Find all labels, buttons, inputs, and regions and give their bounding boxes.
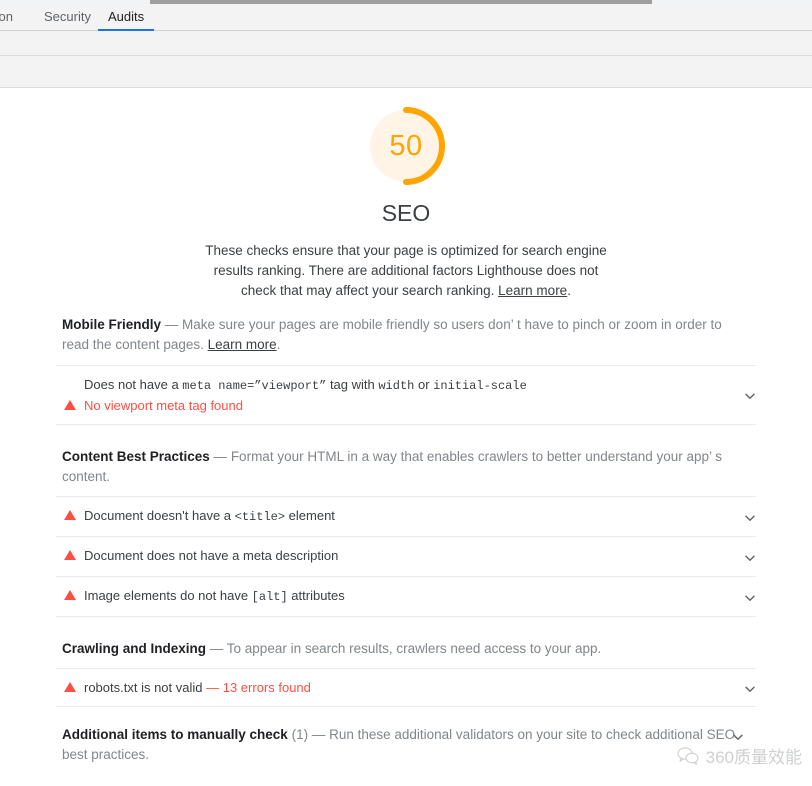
section-dash-manual: — bbox=[308, 727, 329, 742]
audit-row-title-element[interactable]: Document doesn't have a <title> element bbox=[56, 496, 756, 537]
section-desc-crawling: To appear in search results, crawlers ne… bbox=[227, 641, 601, 656]
toolbar-band-lower bbox=[0, 56, 812, 88]
section-desc-content-1: Format your HTML in a way that enables c… bbox=[231, 449, 722, 464]
fail-triangle-icon bbox=[64, 590, 76, 600]
audit-row-viewport[interactable]: Does not have a meta name=”viewport” tag… bbox=[56, 365, 756, 425]
audit-robots-txt-separator: — bbox=[203, 680, 223, 695]
audit-meta-description-a: Document does not have a meta descriptio… bbox=[84, 548, 338, 563]
tab-security-label: Security bbox=[44, 9, 91, 24]
audit-title-element-b: element bbox=[285, 508, 335, 523]
audit-image-alt-a: Image elements do not have bbox=[84, 588, 252, 603]
section-dash-crawling: — bbox=[206, 641, 227, 656]
audit-meta-description-row: Document does not have a meta descriptio… bbox=[62, 546, 722, 567]
tab-audits-label: Audits bbox=[108, 9, 144, 24]
devtools-tab-bar: tion Security Audits bbox=[0, 5, 812, 31]
tab-security[interactable]: Security bbox=[34, 5, 101, 31]
audit-viewport-title-row: No viewport meta tag found bbox=[62, 396, 722, 415]
section-dash-mobile: — bbox=[161, 317, 182, 332]
audit-image-alt-row: Image elements do not have [alt] attribu… bbox=[62, 586, 722, 607]
viewport-code-meta: meta name=”viewport” bbox=[182, 379, 326, 393]
section-desc-manual-1: Run these additional validators on your … bbox=[329, 727, 735, 742]
description-line-3: check that may affect your search rankin… bbox=[241, 283, 498, 298]
section-header-content-best-practices: Content Best Practices — Format your HTM… bbox=[56, 447, 756, 487]
audit-title-element-row: Document doesn't have a <title> element bbox=[62, 506, 722, 527]
description-line-1: These checks ensure that your page is op… bbox=[205, 243, 606, 258]
lighthouse-report: 50 SEO These checks ensure that your pag… bbox=[0, 88, 812, 786]
section-title-content: Content Best Practices bbox=[62, 449, 210, 464]
description-period: . bbox=[567, 283, 571, 298]
section-desc-content-2: content. bbox=[62, 469, 110, 484]
audit-image-alt-code: [alt] bbox=[252, 590, 288, 604]
section-title-crawling: Crawling and Indexing bbox=[62, 641, 206, 656]
score-gauge-container: 50 SEO bbox=[0, 88, 812, 227]
audit-title-element-code: <title> bbox=[235, 510, 285, 524]
section-header-crawling-indexing: Crawling and Indexing — To appear in sea… bbox=[56, 639, 756, 659]
viewport-desc-a: Does not have a bbox=[84, 377, 182, 392]
seo-score-gauge: 50 bbox=[364, 104, 448, 188]
chevron-down-icon[interactable] bbox=[732, 729, 744, 741]
audit-viewport-title: No viewport meta tag found bbox=[84, 398, 243, 413]
horizontal-scrollbar-thumb[interactable] bbox=[150, 0, 652, 4]
audit-row-meta-description[interactable]: Document does not have a meta descriptio… bbox=[56, 537, 756, 577]
chevron-down-icon[interactable] bbox=[744, 512, 756, 524]
viewport-desc-b: tag with bbox=[326, 377, 378, 392]
chevron-down-icon[interactable] bbox=[744, 683, 756, 695]
fail-triangle-icon bbox=[64, 400, 76, 410]
viewport-code-width: width bbox=[378, 379, 414, 393]
audit-robots-txt-row: robots.txt is not valid — 13 errors foun… bbox=[62, 678, 722, 697]
audit-row-robots-txt[interactable]: robots.txt is not valid — 13 errors foun… bbox=[56, 668, 756, 707]
audit-title-element-a: Document doesn't have a bbox=[84, 508, 235, 523]
mobile-learn-more-link[interactable]: Learn more bbox=[208, 337, 277, 352]
description-learn-more-link[interactable]: Learn more bbox=[498, 283, 567, 298]
section-desc-manual-2: best practices. bbox=[62, 747, 149, 762]
chevron-down-icon[interactable] bbox=[744, 592, 756, 604]
viewport-code-initial-scale: initial-scale bbox=[433, 379, 527, 393]
audit-image-alt-b: attributes bbox=[288, 588, 345, 603]
score-value: 50 bbox=[364, 104, 448, 188]
section-desc-mobile-2: the content pages. bbox=[93, 337, 208, 352]
audit-row-image-alt[interactable]: Image elements do not have [alt] attribu… bbox=[56, 577, 756, 617]
tab-application-label: tion bbox=[0, 9, 13, 24]
section-dash-content: — bbox=[210, 449, 231, 464]
viewport-desc-c: or bbox=[414, 377, 433, 392]
section-count-manual: (1) bbox=[292, 727, 309, 742]
mobile-desc-period: . bbox=[277, 337, 281, 352]
section-title-mobile-friendly: Mobile Friendly bbox=[62, 317, 161, 332]
audit-list-crawling: robots.txt is not valid — 13 errors foun… bbox=[56, 668, 756, 707]
audit-viewport-description: Does not have a meta name=”viewport” tag… bbox=[62, 375, 722, 396]
fail-triangle-icon bbox=[64, 550, 76, 560]
audit-list-content: Document doesn't have a <title> element … bbox=[56, 496, 756, 617]
audit-robots-txt-error-count: 13 errors found bbox=[223, 680, 311, 695]
chevron-down-icon[interactable] bbox=[744, 390, 756, 402]
category-description: These checks ensure that your page is op… bbox=[204, 241, 608, 301]
section-title-manual: Additional items to manually check bbox=[62, 727, 288, 742]
audit-robots-txt-title: robots.txt is not valid bbox=[84, 680, 203, 695]
audit-column: Mobile Friendly — Make sure your pages a… bbox=[56, 315, 756, 786]
category-title: SEO bbox=[0, 200, 812, 227]
section-header-mobile-friendly: Mobile Friendly — Make sure your pages a… bbox=[56, 315, 756, 355]
tab-application[interactable]: tion bbox=[0, 5, 23, 31]
description-line-2: results ranking. There are additional fa… bbox=[214, 263, 599, 278]
audit-list-mobile: Does not have a meta name=”viewport” tag… bbox=[56, 365, 756, 425]
tab-audits[interactable]: Audits bbox=[98, 5, 154, 31]
section-header-manual-check[interactable]: Additional items to manually check (1) —… bbox=[56, 725, 756, 765]
fail-triangle-icon bbox=[64, 510, 76, 520]
fail-triangle-icon bbox=[64, 682, 76, 692]
toolbar-band-upper bbox=[0, 31, 812, 56]
chevron-down-icon[interactable] bbox=[744, 552, 756, 564]
